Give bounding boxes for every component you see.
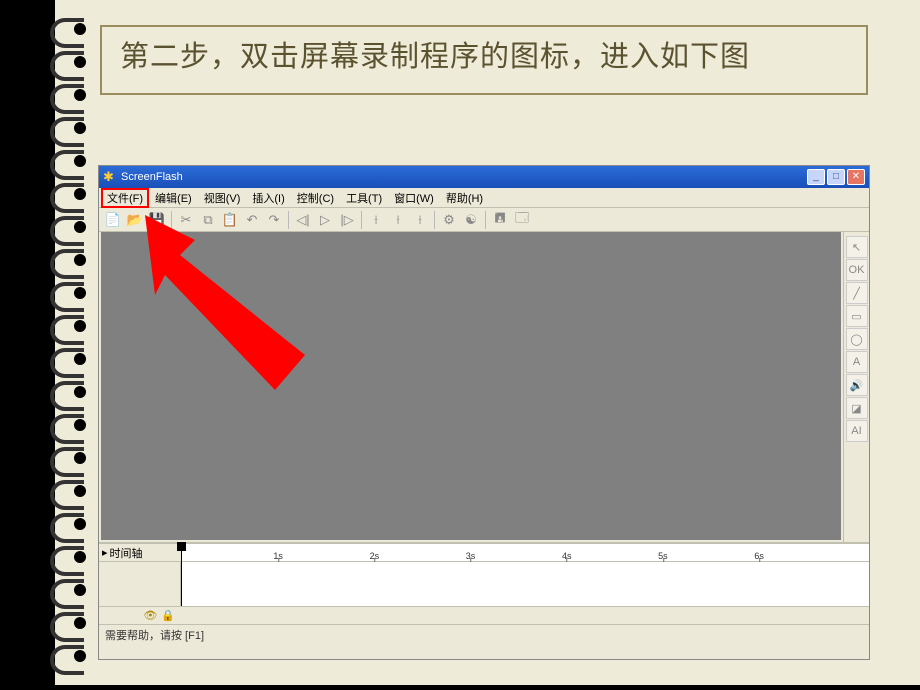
timeline-label: ▸时间轴 [99, 545, 181, 561]
menu-control[interactable]: 控制(C) [291, 189, 340, 207]
timeline-track[interactable] [181, 562, 869, 606]
ai-icon[interactable]: AI [846, 420, 868, 442]
ellipse-icon[interactable]: ◯ [846, 328, 868, 350]
copy-icon[interactable]: ⧉ [198, 210, 218, 230]
workspace: ↖ OK ╱ ▭ ◯ A 🔊 ◪ AI [99, 232, 869, 542]
lock-icon[interactable]: 🔒 [161, 609, 175, 622]
eye-icon[interactable]: 👁 [143, 609, 157, 622]
menu-window[interactable]: 窗口(W) [388, 189, 440, 207]
spiral-binding [50, 18, 90, 678]
new-icon[interactable]: 📄 [103, 210, 123, 230]
last-icon[interactable]: |▷ [337, 210, 357, 230]
menu-file[interactable]: 文件(F) [101, 188, 149, 208]
timeline-panel: ▸时间轴 1s 2s 3s 4s 5s 6s 👁 🔒 [99, 542, 869, 624]
tick: 2s [370, 551, 380, 561]
rect-icon[interactable]: ▭ [846, 305, 868, 327]
pointer-icon[interactable]: ↖ [846, 236, 868, 258]
first-icon[interactable]: ◁| [293, 210, 313, 230]
tick: 1s [273, 551, 283, 561]
instruction-text: 第二步，双击屏幕录制程序的图标，进入如下图 [120, 41, 750, 73]
menu-view[interactable]: 视图(V) [198, 189, 247, 207]
tick: 6s [754, 551, 764, 561]
tick: 3s [466, 551, 476, 561]
ok-button[interactable]: OK [846, 259, 868, 281]
canvas-area[interactable] [101, 232, 841, 540]
menu-insert[interactable]: 插入(I) [246, 189, 290, 207]
maximize-button[interactable]: □ [827, 169, 845, 185]
app-window: ✱ ScreenFlash _ □ ✕ 文件(F) 编辑(E) 视图(V) 插入… [98, 165, 870, 660]
undo-icon[interactable]: ↶ [242, 210, 262, 230]
tick: 4s [562, 551, 572, 561]
window-title: ScreenFlash [121, 171, 805, 183]
playhead[interactable] [181, 544, 182, 606]
sound-icon[interactable]: 🔊 [846, 374, 868, 396]
tool2-icon[interactable]: ☯ [461, 210, 481, 230]
marker1-icon[interactable]: ⟊ [366, 210, 386, 230]
app-icon: ✱ [103, 170, 117, 184]
cut-icon[interactable]: ✂ [176, 210, 196, 230]
marker3-icon[interactable]: ⟊ [410, 210, 430, 230]
menu-bar: 文件(F) 编辑(E) 视图(V) 插入(I) 控制(C) 工具(T) 窗口(W… [99, 188, 869, 208]
image-icon[interactable]: ◪ [846, 397, 868, 419]
play-icon[interactable]: ▷ [315, 210, 335, 230]
timeline-layers[interactable] [99, 562, 181, 606]
marker2-icon[interactable]: ⟊ [388, 210, 408, 230]
redo-icon[interactable]: ↷ [264, 210, 284, 230]
status-text: 需要帮助，请按 [F1] [105, 630, 204, 642]
minimize-button[interactable]: _ [807, 169, 825, 185]
save-icon[interactable]: 💾 [147, 210, 167, 230]
text-icon[interactable]: A [846, 351, 868, 373]
menu-edit[interactable]: 编辑(E) [149, 189, 198, 207]
tick: 5s [658, 551, 668, 561]
open-icon[interactable]: 📂 [125, 210, 145, 230]
line-icon[interactable]: ╱ [846, 282, 868, 304]
export-icon[interactable]: 🖪 [490, 210, 510, 230]
title-bar[interactable]: ✱ ScreenFlash _ □ ✕ [99, 166, 869, 188]
timeline-ruler[interactable]: 1s 2s 3s 4s 5s 6s [181, 544, 869, 561]
toolbar: 📄 📂 💾 ✂ ⧉ 📋 ↶ ↷ ◁| ▷ |▷ ⟊ ⟊ ⟊ ⚙ ☯ 🖪 🗔 [99, 208, 869, 232]
status-bar: 需要帮助，请按 [F1] [99, 624, 869, 644]
paste-icon[interactable]: 📋 [220, 210, 240, 230]
close-button[interactable]: ✕ [847, 169, 865, 185]
menu-tools[interactable]: 工具(T) [340, 189, 388, 207]
tool1-icon[interactable]: ⚙ [439, 210, 459, 230]
instruction-box: 第二步，双击屏幕录制程序的图标，进入如下图 [100, 25, 868, 95]
settings-icon[interactable]: 🗔 [512, 210, 532, 230]
side-toolbar: ↖ OK ╱ ▭ ◯ A 🔊 ◪ AI [843, 232, 869, 542]
menu-help[interactable]: 帮助(H) [440, 189, 489, 207]
